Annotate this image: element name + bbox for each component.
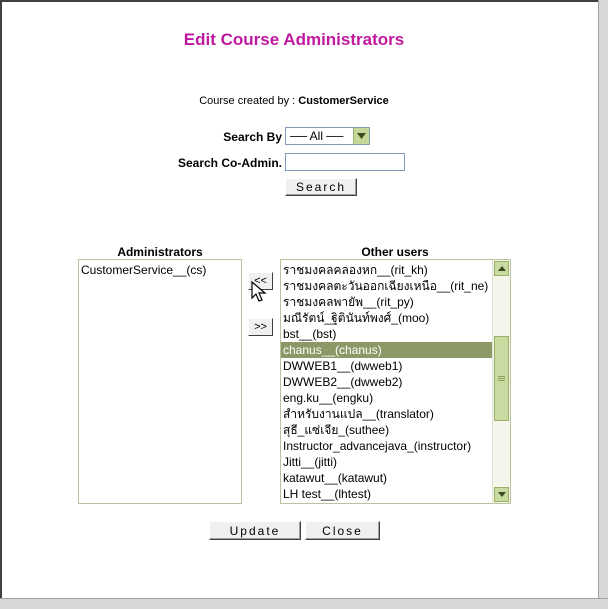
list-item[interactable]: Jitti__(jitti) [281,454,493,470]
list-item[interactable]: katawut__(katawut) [281,470,493,486]
other-users-heading: Other users [361,245,429,259]
list-item[interactable]: สุธี_แซ่เจีย_(suthee) [281,422,493,438]
search-coadmin-input[interactable] [285,153,405,171]
move-to-others-label: >> [254,321,267,333]
window-bottom-edge [0,598,608,609]
list-item[interactable]: DWWEB1__(dwweb1) [281,358,493,374]
list-item[interactable]: มณีรัตน์_ฐิตินันท์พงศ์_(moo) [281,310,493,326]
list-item[interactable]: Instructor_advancejava_(instructor) [281,438,493,454]
chevron-down-icon[interactable] [353,128,369,144]
scroll-thumb[interactable] [494,336,509,421]
other-users-list[interactable]: ราชมงคลคลองหก__(rit_kh) ราชมงคลตะวันออกเฉ… [280,259,511,504]
list-item[interactable]: ราชมงคลพายัพ__(rit_py) [281,294,493,310]
created-by-label: Course created by : [199,95,299,107]
search-button[interactable]: Search [285,178,357,196]
scroll-up-button[interactable] [494,261,509,276]
update-button[interactable]: Update [209,521,301,540]
mouse-cursor-icon [251,281,267,302]
scroll-down-button[interactable] [494,487,509,502]
list-item[interactable]: DWWEB2__(dwweb2) [281,374,493,390]
list-item[interactable]: bst__(bst) [281,326,493,342]
list-item[interactable]: LH test__(lhtest) [281,486,493,502]
page-title: Edit Course Administrators [183,30,405,49]
search-by-select[interactable]: ── All ── [285,127,370,145]
search-by-value: ── All ── [290,129,344,143]
grip-icon [498,375,505,381]
created-by-value: CustomerService [298,95,389,107]
chevron-up-icon [497,266,506,271]
list-item[interactable]: CustomerService__(cs) [79,262,241,278]
list-item[interactable]: สำหรับงานแปล__(translator) [281,406,493,422]
administrators-heading: Administrators [117,245,203,259]
course-created-by: Course created by : CustomerService [0,95,588,107]
list-item[interactable]: ราชมงคลตะวันออกเฉียงเหนือ__(rit_ne) [281,278,493,294]
list-item[interactable]: chanus__(chanus) [281,342,493,358]
other-users-scrollbar[interactable] [492,260,510,503]
administrators-list[interactable]: CustomerService__(cs) [78,259,242,504]
window-right-edge [598,0,608,608]
list-item[interactable]: ราชมงคลคลองหก__(rit_kh) [281,262,493,278]
search-coadmin-label: Search Co-Admin. [177,156,282,170]
move-to-others-button[interactable]: >> [248,318,273,336]
search-by-label: Search By [223,130,282,144]
chevron-down-icon [497,492,506,497]
list-item[interactable]: eng.ku__(engku) [281,390,493,406]
close-button[interactable]: Close [305,521,380,540]
